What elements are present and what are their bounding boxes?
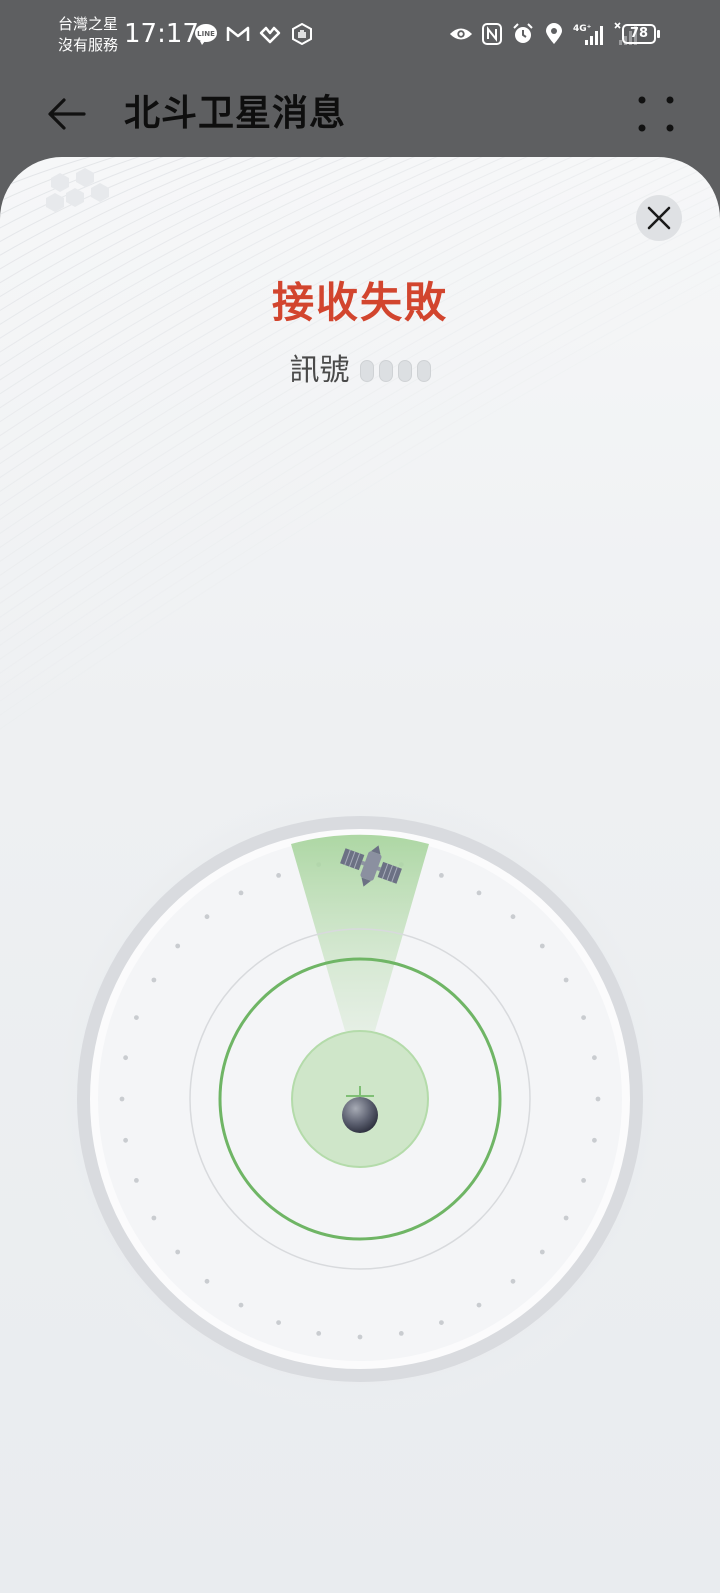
- satellite-radar: [40, 779, 680, 1419]
- device-position-indicator: [342, 1097, 378, 1133]
- close-icon: [647, 206, 671, 230]
- radar-tick: [175, 1249, 181, 1255]
- radar-tick: [476, 890, 482, 896]
- service-status: 沒有服務: [58, 36, 119, 54]
- radar-tick: [563, 977, 569, 983]
- signal-label: 訊號: [289, 353, 350, 388]
- topographic-background: [0, 157, 720, 730]
- carrier-name: 台灣之星: [58, 15, 119, 33]
- close-button[interactable]: [636, 195, 682, 241]
- network-type: 4G⁺: [573, 24, 592, 34]
- back-button[interactable]: [42, 88, 94, 140]
- radar-tick: [439, 1320, 444, 1325]
- system-icons: 4G⁺: [449, 22, 640, 46]
- radar-tick: [357, 1334, 363, 1340]
- grid-dots-icon: [638, 96, 674, 132]
- location-icon: [542, 22, 566, 46]
- signal-bar: [378, 360, 393, 382]
- radar-tick: [581, 1178, 586, 1183]
- svg-text:LINE: LINE: [197, 30, 215, 38]
- radar-tick: [119, 1096, 125, 1102]
- radar-tick: [476, 1302, 482, 1308]
- status-title: 接收失敗: [271, 278, 448, 327]
- radar-tick: [592, 1137, 597, 1143]
- radar-tick: [316, 1331, 322, 1336]
- radar-tick: [204, 1278, 210, 1284]
- notification-icons: LINE: [194, 22, 314, 46]
- mail-icon: [226, 22, 250, 46]
- radar-tick: [123, 1055, 128, 1061]
- app-bar: 北斗卫星消息: [0, 72, 720, 158]
- back-arrow-icon: [48, 98, 86, 130]
- signal-bar: [359, 360, 374, 382]
- signal-indicator: 訊號: [0, 351, 720, 391]
- radar-tick: [238, 890, 244, 896]
- radar-tick: [175, 943, 181, 949]
- line-icon: LINE: [194, 22, 218, 46]
- page-title: 北斗卫星消息: [124, 93, 347, 134]
- hand-icon: [290, 22, 314, 46]
- more-options-button[interactable]: [632, 90, 680, 138]
- radar-tick: [238, 1302, 244, 1308]
- eye-icon: [449, 22, 473, 46]
- radar-tick: [439, 873, 444, 878]
- radar-tick: [276, 873, 281, 878]
- signal-bar: [397, 360, 412, 382]
- radar-tick: [398, 1331, 404, 1336]
- radar-tick: [539, 943, 545, 949]
- radar-tick: [151, 1215, 157, 1221]
- radar-tick: [592, 1055, 597, 1061]
- signal-bar: [416, 360, 431, 382]
- signal-icon: 4G⁺: [573, 22, 607, 46]
- nfc-icon: [480, 22, 504, 46]
- satellite-dialog: 接收失敗 訊號: [0, 157, 720, 1593]
- carrier-info: 台灣之星 沒有服務: [58, 14, 118, 56]
- radar-tick: [151, 977, 157, 983]
- radar-tick: [134, 1015, 139, 1020]
- alarm-icon: [511, 22, 535, 46]
- radar-tick: [276, 1320, 281, 1325]
- status-bar: 台灣之星 沒有服務 17:17 LINE 4G⁺ 78: [0, 0, 720, 72]
- radar-tick: [539, 1249, 545, 1255]
- signal-strength-bars: [359, 360, 431, 382]
- radar-tick: [510, 1278, 516, 1284]
- radar-tick: [581, 1015, 586, 1020]
- radar-tick: [595, 1096, 601, 1102]
- radar-tick: [204, 914, 210, 920]
- battery-indicator: 78: [622, 24, 660, 44]
- clock: 17:17: [124, 19, 199, 49]
- radar-tick: [134, 1178, 139, 1183]
- radar-tick: [563, 1215, 569, 1221]
- radar-tick: [510, 914, 516, 920]
- radar-tick: [123, 1137, 128, 1143]
- heart-rate-icon: [258, 22, 282, 46]
